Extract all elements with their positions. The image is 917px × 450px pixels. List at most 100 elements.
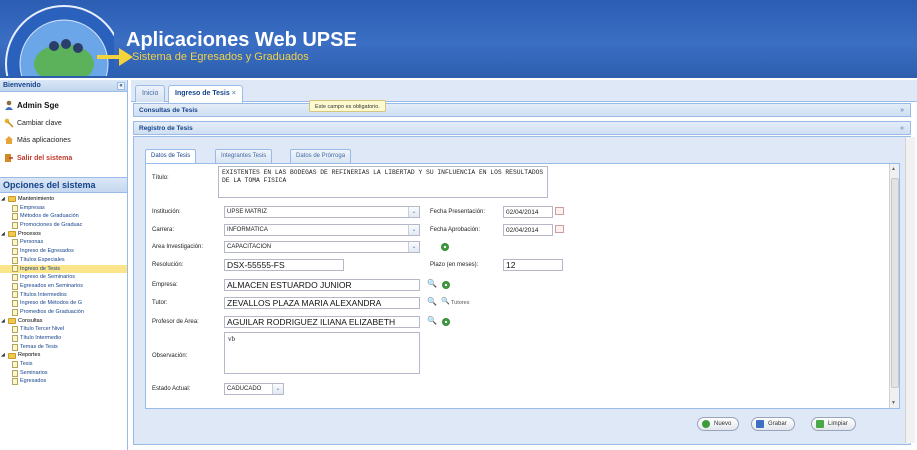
tree-item[interactable]: Promociones de Graduac <box>0 221 127 230</box>
empresa-input[interactable]: ALMACEN ESTUARDO JUNIOR <box>224 279 420 291</box>
tree-item[interactable]: Métodos de Graduación <box>0 212 127 221</box>
limpiar-label: Limpiar <box>828 421 848 427</box>
carrera-select[interactable]: INFORMATICA ⌄ <box>224 224 420 236</box>
search-empresa-icon[interactable]: 🔍 <box>427 279 437 288</box>
page-scrollbar[interactable] <box>905 137 915 443</box>
registro-tesis-title: Registro de Tesis <box>139 125 193 132</box>
expand-triangle-icon[interactable]: ◢ <box>1 195 6 204</box>
document-icon <box>12 213 18 221</box>
titulo-textarea[interactable]: EXISTENTES EN LAS BODEGAS DE REFINERIAS … <box>218 166 548 198</box>
search-profesor-icon[interactable]: 🔍 <box>427 316 437 325</box>
consultas-tesis-panel-header[interactable]: Consultas de Tesis » <box>133 103 911 117</box>
tree-folder[interactable]: ◢ Consultas <box>0 317 127 326</box>
document-icon <box>12 239 18 247</box>
registro-tesis-panel: Datos de Tesis Integrantes Tesis Datos d… <box>133 136 911 445</box>
more-apps-link[interactable]: Más aplicaciones <box>4 135 71 145</box>
document-icon <box>12 343 18 351</box>
tree-folder[interactable]: ◢ Reportes <box>0 351 127 360</box>
grabar-button[interactable]: Grabar <box>751 417 795 431</box>
estado-actual-select[interactable]: CADUCADO ⌄ <box>224 383 284 395</box>
collapse-icon[interactable]: « <box>900 122 904 136</box>
tree-label: Promedios de Graduación <box>20 308 84 315</box>
tree-item[interactable]: Ingreso de Métodos de G <box>0 299 127 308</box>
tree-item[interactable]: Temas de Tesis <box>0 343 127 352</box>
tree-folder[interactable]: ◢ Procesos <box>0 230 127 239</box>
gear-icon[interactable] <box>441 243 449 251</box>
tree-label: Egresados en Seminarios <box>20 282 83 289</box>
tree-item[interactable]: Título Intermedio <box>0 334 127 343</box>
search-tutor-icon[interactable]: 🔍 <box>427 297 437 306</box>
document-icon <box>12 360 18 368</box>
tab-datos-prorroga[interactable]: Datos de Prórroga <box>290 149 352 163</box>
form-scrollbar[interactable]: ▲ ▼ <box>889 164 899 408</box>
tree-item[interactable]: Ingreso de Egresados <box>0 247 127 256</box>
tree-item[interactable]: Seminarios <box>0 369 127 378</box>
tutores-link[interactable]: Tutores <box>451 300 469 306</box>
limpiar-button[interactable]: Limpiar <box>811 417 856 431</box>
app-subtitle: Sistema de Egresados y Graduados <box>132 51 309 63</box>
plazo-input[interactable]: 12 <box>503 259 563 271</box>
scroll-up-icon[interactable]: ▲ <box>891 166 896 172</box>
change-password-label: Cambiar clave <box>17 119 62 127</box>
tree-item[interactable]: Título Tercer Nivel <box>0 325 127 334</box>
folder-icon <box>8 317 16 324</box>
scroll-thumb[interactable] <box>891 178 899 388</box>
tab-inicio[interactable]: Inicio <box>135 85 166 102</box>
gear-icon[interactable] <box>442 318 450 326</box>
resolucion-input[interactable]: DSX-55555-FS <box>224 259 344 271</box>
clear-icon <box>816 420 824 428</box>
tree-label: Personas <box>20 239 44 246</box>
collapse-sidebar-button[interactable]: « <box>117 82 125 90</box>
tree-label: Título Intermedio <box>20 335 62 341</box>
key-icon <box>4 118 14 128</box>
chevron-down-icon[interactable]: ⌄ <box>408 225 419 235</box>
calendar-icon[interactable] <box>555 207 564 215</box>
tree-item[interactable]: Empresas <box>0 204 127 213</box>
close-tab-icon[interactable]: × <box>232 90 236 97</box>
tab-datos-tesis[interactable]: Datos de Tesis <box>145 149 197 163</box>
scroll-down-icon[interactable]: ▼ <box>891 400 896 406</box>
document-icon <box>12 221 18 229</box>
expand-triangle-icon[interactable]: ◢ <box>1 351 6 360</box>
chevron-down-icon[interactable]: ⌄ <box>408 207 419 217</box>
document-icon <box>12 274 18 282</box>
tree-item[interactable]: Ingreso de Seminarios <box>0 273 127 282</box>
logout-link[interactable]: Salir del sistema <box>4 153 72 163</box>
expand-triangle-icon[interactable]: ◢ <box>1 317 6 326</box>
observacion-textarea[interactable]: vb <box>224 332 420 374</box>
plazo-label: Plazo (en meses): <box>430 262 479 268</box>
expand-triangle-icon[interactable]: ◢ <box>1 230 6 239</box>
fecha-aprobacion-input[interactable]: 02/04/2014 <box>503 224 553 236</box>
search-tutores-icon[interactable]: 🔍 <box>441 297 450 305</box>
tree-item[interactable]: Egresados en Seminarios <box>0 282 127 291</box>
carrera-value: INFORMATICA <box>227 227 268 233</box>
chevron-down-icon[interactable]: ⌄ <box>272 384 283 394</box>
change-password-link[interactable]: Cambiar clave <box>4 118 62 128</box>
expand-icon[interactable]: » <box>900 104 904 118</box>
institucion-select[interactable]: UPSE MATRIZ ⌄ <box>224 206 420 218</box>
gear-icon[interactable] <box>442 281 450 289</box>
profesor-area-input[interactable]: AGUILAR RODRIGUEZ ILIANA ELIZABETH <box>224 316 420 328</box>
calendar-icon[interactable] <box>555 225 564 233</box>
tab-ingreso-tesis[interactable]: Ingreso de Tesis × <box>168 85 243 103</box>
area-investigacion-select[interactable]: CAPACITACION ⌄ <box>224 241 420 253</box>
registro-tesis-panel-header[interactable]: Registro de Tesis « <box>133 121 911 135</box>
grabar-label: Grabar <box>768 421 787 427</box>
tree-item[interactable]: Tesis <box>0 360 127 369</box>
tree-item[interactable]: Ingreso de Tesis <box>0 264 127 274</box>
tutor-input[interactable]: ZEVALLOS PLAZA MARIA ALEXANDRA <box>224 297 420 309</box>
tree-item[interactable]: Egresados <box>0 377 127 386</box>
fecha-presentacion-input[interactable]: 02/04/2014 <box>503 206 553 218</box>
tree-item[interactable]: Personas <box>0 238 127 247</box>
carrera-label: Carrera: <box>152 227 175 233</box>
document-icon <box>12 282 18 290</box>
tree-item[interactable]: Títulos Especiales <box>0 256 127 265</box>
chevron-down-icon[interactable]: ⌄ <box>408 242 419 252</box>
nuevo-button[interactable]: Nuevo <box>697 417 740 431</box>
tree-item[interactable]: Títulos Intermedios <box>0 291 127 300</box>
tree-folder[interactable]: ◢ Mantenimiento <box>0 195 127 204</box>
validation-tooltip: Este campo es obligatorio. <box>309 100 386 112</box>
tab-integrantes-tesis[interactable]: Integrantes Tesis <box>215 149 273 163</box>
tree-item[interactable]: Promedios de Graduación <box>0 308 127 317</box>
tab-inicio-label: Inicio <box>142 90 159 97</box>
